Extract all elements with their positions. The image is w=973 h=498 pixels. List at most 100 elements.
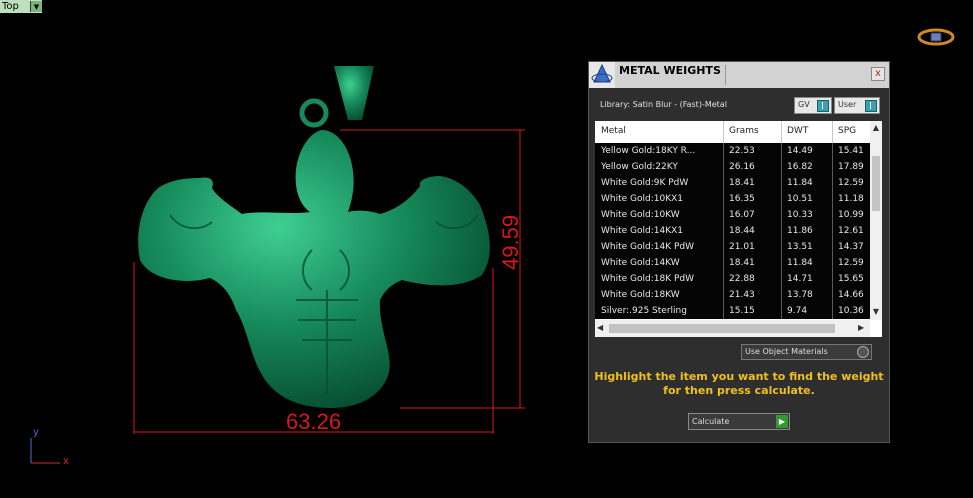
cell-metal: White Gold:14KX1: [601, 226, 684, 236]
column-line: [781, 143, 782, 319]
cell-metal: Silver:.925 Sterling: [601, 306, 687, 316]
chevron-left-icon[interactable]: ◀: [597, 323, 603, 332]
cell-dwt: 10.33: [787, 210, 813, 220]
cell-dwt: 14.49: [787, 146, 813, 156]
table-row[interactable]: White Gold:18KW 21.43 13.78 14.66: [595, 287, 870, 303]
scroll-thumb[interactable]: [609, 324, 835, 333]
height-dimension: 49.59: [498, 214, 523, 270]
cell-grams: 18.44: [729, 226, 755, 236]
cell-spg: 15.65: [838, 274, 864, 284]
cell-spg: 17.89: [838, 162, 864, 172]
horizontal-scrollbar[interactable]: ◀ ▶: [595, 320, 870, 337]
cell-metal: White Gold:10KW: [601, 210, 680, 220]
cell-metal: White Gold:9K PdW: [601, 178, 689, 188]
cell-dwt: 13.78: [787, 290, 813, 300]
cell-dwt: 10.51: [787, 194, 813, 204]
gv-toggle[interactable]: GV: [794, 97, 832, 114]
toggle-icon: [817, 100, 829, 112]
instruction-line-1: Highlight the item you want to find the …: [594, 370, 884, 383]
table-row[interactable]: White Gold:14K PdW 21.01 13.51 14.37: [595, 239, 870, 255]
panel-title: METAL WEIGHTS: [619, 64, 721, 77]
gv-label: GV: [798, 100, 810, 109]
title-separator: [725, 65, 726, 85]
metals-table[interactable]: Metal Grams DWT SPG Yellow Gold:18KY R..…: [595, 121, 882, 337]
axis-y-label: y: [33, 427, 39, 438]
cell-grams: 22.53: [729, 146, 755, 156]
table-row[interactable]: White Gold:10KX1 16.35 10.51 11.18: [595, 191, 870, 207]
user-toggle[interactable]: User: [834, 97, 880, 114]
panel-titlebar[interactable]: METAL WEIGHTS x: [589, 62, 889, 88]
jump-ring: [299, 98, 329, 128]
chevron-down-icon[interactable]: ▼: [870, 307, 882, 317]
cell-grams: 26.16: [729, 162, 755, 172]
cell-dwt: 11.84: [787, 258, 813, 268]
toggle-icon: [865, 100, 877, 112]
use-object-materials-option[interactable]: Use Object Materials: [741, 344, 872, 360]
column-divider: [781, 121, 782, 143]
radio-icon[interactable]: [857, 346, 869, 358]
axis-x-label: x: [63, 456, 69, 467]
chevron-up-icon[interactable]: ▲: [870, 123, 882, 133]
column-divider: [723, 121, 724, 143]
instruction-text: Highlight the item you want to find the …: [589, 370, 889, 398]
play-icon[interactable]: ▶: [776, 415, 788, 428]
cell-spg: 10.36: [838, 306, 864, 316]
bail: [334, 66, 374, 120]
cell-grams: 18.41: [729, 178, 755, 188]
calculate-label: Calculate: [692, 417, 730, 426]
table-row[interactable]: Yellow Gold:22KY 26.16 16.82 17.89: [595, 159, 870, 175]
cell-dwt: 13.51: [787, 242, 813, 252]
calculate-button[interactable]: Calculate ▶: [688, 413, 790, 430]
table-row[interactable]: White Gold:14KX1 18.44 11.86 12.61: [595, 223, 870, 239]
close-button[interactable]: x: [871, 67, 885, 81]
navigation-cube-icon[interactable]: [917, 27, 955, 47]
table-row[interactable]: Silver:.925 Sterling 15.15 9.74 10.36: [595, 303, 870, 319]
cell-dwt: 9.74: [787, 306, 808, 316]
cell-spg: 12.61: [838, 226, 864, 236]
user-label: User: [838, 100, 857, 109]
table-row[interactable]: Yellow Gold:18KY R... 22.53 14.49 15.41: [595, 143, 870, 159]
scroll-thumb[interactable]: [872, 156, 880, 211]
table-row[interactable]: White Gold:10KW 16.07 10.33 10.99: [595, 207, 870, 223]
cell-metal: White Gold:14K PdW: [601, 242, 695, 252]
table-row[interactable]: White Gold:18K PdW 22.88 14.71 15.65: [595, 271, 870, 287]
column-line: [832, 143, 833, 319]
cell-metal: White Gold:10KX1: [601, 194, 684, 204]
cell-spg: 14.66: [838, 290, 864, 300]
table-row[interactable]: White Gold:9K PdW 18.41 11.84 12.59: [595, 175, 870, 191]
cell-dwt: 14.71: [787, 274, 813, 284]
cell-spg: 12.59: [838, 178, 864, 188]
width-dimension: 63.26: [286, 409, 342, 434]
cell-spg: 11.18: [838, 194, 864, 204]
column-header-metal[interactable]: Metal: [601, 126, 626, 136]
column-line: [723, 143, 724, 319]
cell-spg: 10.99: [838, 210, 864, 220]
column-header-spg[interactable]: SPG: [838, 126, 856, 136]
cell-grams: 18.41: [729, 258, 755, 268]
cell-metal: White Gold:18KW: [601, 290, 680, 300]
cell-metal: Yellow Gold:18KY R...: [601, 146, 696, 156]
cell-dwt: 16.82: [787, 162, 813, 172]
table-header: Metal Grams DWT SPG: [595, 121, 870, 144]
metal-weights-panel: METAL WEIGHTS x Library: Satin Blur - (F…: [588, 61, 890, 443]
column-header-grams[interactable]: Grams: [729, 126, 759, 136]
library-label: Library: Satin Blur - (Fast)-Metal: [600, 100, 727, 109]
cell-grams: 16.07: [729, 210, 755, 220]
vertical-scrollbar[interactable]: ▲ ▼: [870, 121, 882, 320]
column-header-dwt[interactable]: DWT: [787, 126, 808, 136]
cell-spg: 15.41: [838, 146, 864, 156]
cell-metal: Yellow Gold:22KY: [601, 162, 678, 172]
cell-grams: 21.01: [729, 242, 755, 252]
bodybuilder-figure: [138, 130, 490, 408]
app-logo-icon: [589, 62, 615, 88]
table-row[interactable]: White Gold:14KW 18.41 11.84 12.59: [595, 255, 870, 271]
column-divider: [832, 121, 833, 143]
cell-grams: 22.88: [729, 274, 755, 284]
cell-metal: White Gold:14KW: [601, 258, 680, 268]
cell-metal: White Gold:18K PdW: [601, 274, 695, 284]
chevron-right-icon[interactable]: ▶: [858, 323, 864, 332]
instruction-line-2: for then press calculate.: [663, 384, 815, 397]
use-object-materials-label: Use Object Materials: [745, 347, 828, 356]
cell-spg: 14.37: [838, 242, 864, 252]
cell-grams: 16.35: [729, 194, 755, 204]
